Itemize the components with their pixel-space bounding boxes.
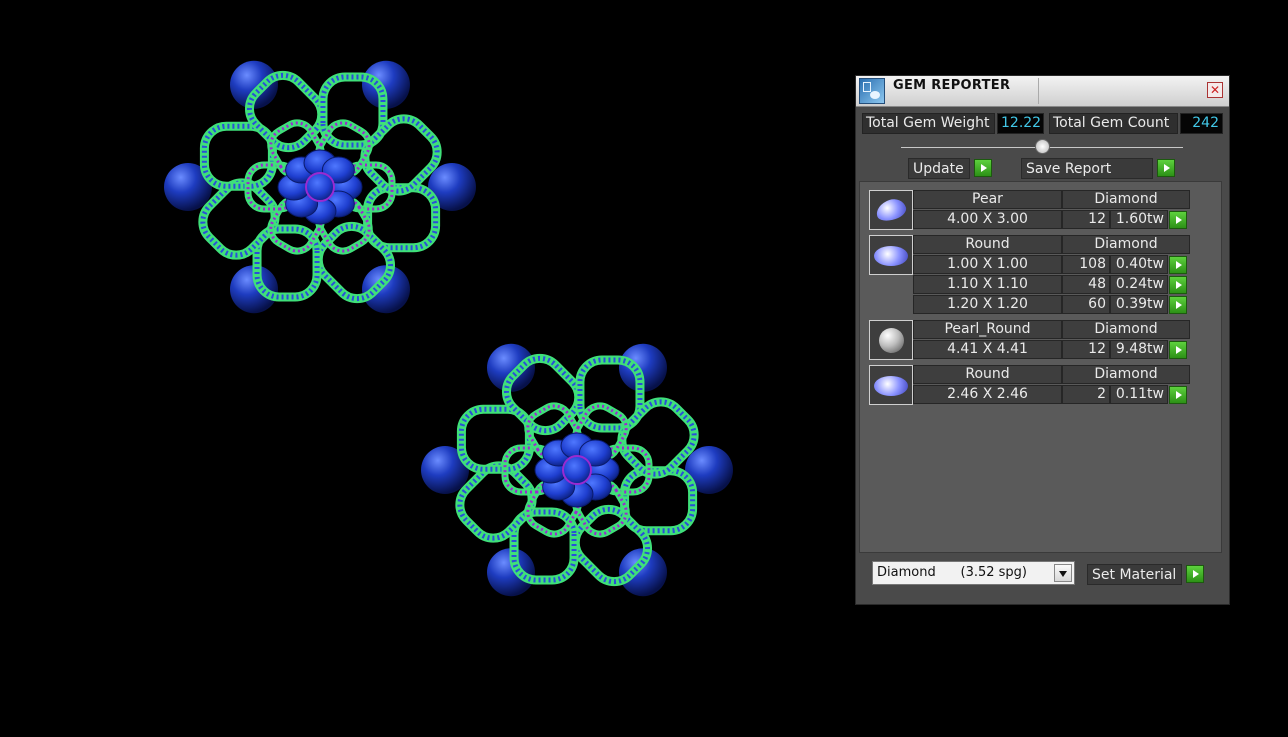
gem-count-cell: 12: [1062, 340, 1110, 359]
gem-material-header: Diamond: [1062, 320, 1190, 339]
gem-weight-cell: 1.60tw: [1110, 210, 1168, 229]
round-gem-icon: [869, 235, 913, 275]
gem-shape-header: Pear: [913, 190, 1062, 209]
update-button[interactable]: Update: [908, 158, 970, 179]
select-gems-go-icon[interactable]: [1169, 296, 1187, 314]
material-select[interactable]: Diamond (3.52 spg): [872, 561, 1075, 585]
title-divider: [1038, 78, 1039, 104]
total-gem-weight-label: Total Gem Weight: [862, 113, 995, 134]
gem-count-cell: 12: [1062, 210, 1110, 229]
gem-count-cell: 60: [1062, 295, 1110, 314]
gem-size-cell: 1.20 X 1.20: [913, 295, 1062, 314]
pearl-icon: [869, 320, 913, 360]
pear-gem-icon: [869, 190, 913, 230]
gem-weight-cell: 9.48tw: [1110, 340, 1168, 359]
gem-size-cell: 1.10 X 1.10: [913, 275, 1062, 294]
gem-size-cell: 4.41 X 4.41: [913, 340, 1062, 359]
save-report-go-icon[interactable]: [1157, 159, 1175, 177]
update-go-icon[interactable]: [974, 159, 992, 177]
save-report-button[interactable]: Save Report: [1021, 158, 1153, 179]
center-gem: [562, 455, 592, 485]
earring-render-bottom: [421, 343, 733, 597]
3d-viewport[interactable]: [0, 0, 840, 737]
gem-weight-cell: 0.39tw: [1110, 295, 1168, 314]
gem-material-header: Diamond: [1062, 235, 1190, 254]
gem-list: Pear Diamond 4.00 X 3.00 12 1.60tw Round Diamo…: [859, 181, 1222, 553]
gem-shape-header: Round: [913, 235, 1062, 254]
select-gems-go-icon[interactable]: [1169, 386, 1187, 404]
oval-gem-icon: [869, 365, 913, 405]
earring-render-top: [164, 60, 476, 314]
gem-weight-cell: 0.24tw: [1110, 275, 1168, 294]
total-gem-count-value: 242: [1180, 113, 1223, 134]
close-button[interactable]: ✕: [1207, 82, 1223, 98]
gem-reporter-panel: GEM REPORTER ✕ Total Gem Weight 12.22 To…: [855, 75, 1230, 605]
gem-size-cell: 1.00 X 1.00: [913, 255, 1062, 274]
gem-weight-cell: 0.11tw: [1110, 385, 1168, 404]
gem-material-header: Diamond: [1062, 190, 1190, 209]
select-gems-go-icon[interactable]: [1169, 211, 1187, 229]
gem-count-cell: 48: [1062, 275, 1110, 294]
gem-reporter-app-icon: [859, 78, 885, 104]
gem-count-cell: 2: [1062, 385, 1110, 404]
gem-material-header: Diamond: [1062, 365, 1190, 384]
gem-count-cell: 108: [1062, 255, 1110, 274]
gem-weight-cell: 0.40tw: [1110, 255, 1168, 274]
earring-render-canvas: [164, 60, 733, 597]
select-gems-go-icon[interactable]: [1169, 341, 1187, 359]
select-gems-go-icon[interactable]: [1169, 256, 1187, 274]
gem-shape-header: Pearl_Round: [913, 320, 1062, 339]
total-gem-count-label: Total Gem Count: [1049, 113, 1178, 134]
set-material-go-icon[interactable]: [1186, 565, 1204, 583]
material-select-value: Diamond (3.52 spg): [877, 565, 1027, 580]
slider-handle[interactable]: [1035, 139, 1050, 154]
title-bar[interactable]: GEM REPORTER ✕: [856, 76, 1229, 107]
select-gems-go-icon[interactable]: [1169, 276, 1187, 294]
gem-size-cell: 4.00 X 3.00: [913, 210, 1062, 229]
gem-size-cell: 2.46 X 2.46: [913, 385, 1062, 404]
center-gem: [305, 172, 335, 202]
set-material-button[interactable]: Set Material: [1087, 564, 1182, 585]
chevron-down-icon[interactable]: [1054, 564, 1072, 582]
gem-shape-header: Round: [913, 365, 1062, 384]
total-gem-weight-value: 12.22: [997, 113, 1044, 134]
window-title: GEM REPORTER: [893, 78, 1011, 93]
